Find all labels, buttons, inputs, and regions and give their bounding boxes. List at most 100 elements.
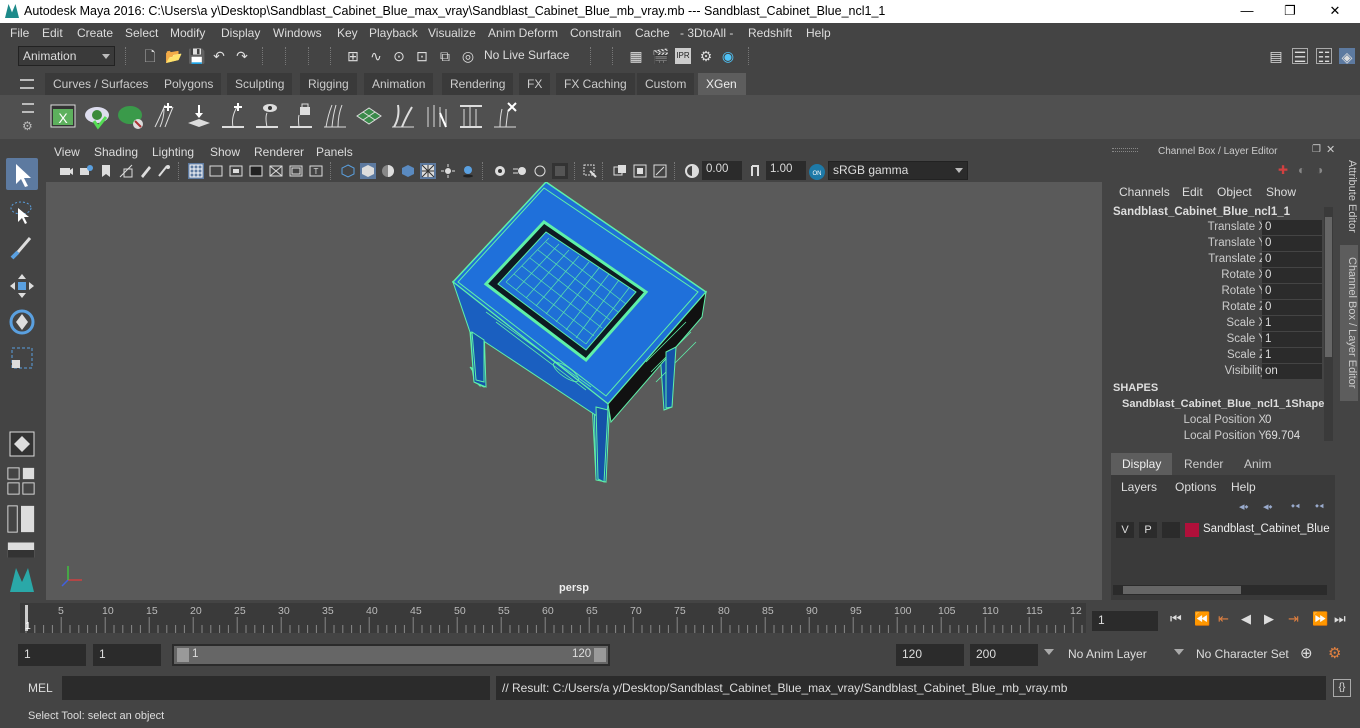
current-frame-field[interactable]: 1 [1092, 611, 1158, 631]
manipulator-icon[interactable]: ◐ [1298, 163, 1305, 177]
attr-value[interactable]: 0 [1262, 413, 1322, 428]
attr-translate-y[interactable]: Translate Y0 [1106, 236, 1326, 252]
tab-fx[interactable]: FX [519, 73, 551, 95]
live-surface-field[interactable]: No Live Surface [480, 46, 576, 66]
snap-vertex-icon[interactable]: ◎ [460, 48, 476, 64]
grease-pencil-icon[interactable] [138, 163, 154, 179]
menu-anim-deform[interactable]: Anim Deform [488, 26, 558, 40]
menu-file[interactable]: File [10, 26, 29, 40]
groom-icon[interactable] [320, 101, 350, 131]
attr-value[interactable]: 1 [1262, 348, 1322, 363]
playback-start-field[interactable]: 1 [93, 644, 161, 666]
script-editor-icon[interactable]: {} [1333, 679, 1351, 697]
lasso-tool-icon[interactable] [6, 196, 38, 228]
image-plane-icon[interactable] [118, 163, 134, 179]
shelf-menu-icon[interactable] [20, 79, 34, 89]
prev-key-icon[interactable]: ⇤ [1218, 611, 1229, 627]
snap-surface-icon[interactable]: ⧉ [437, 48, 453, 64]
panel-menu-view[interactable]: View [54, 145, 80, 159]
guide-bend-icon[interactable] [388, 101, 418, 131]
step-back-key-icon[interactable]: ⏪ [1194, 611, 1210, 627]
play-backward-icon[interactable]: ◀ [1241, 611, 1251, 627]
open-scene-icon[interactable]: 📂 [165, 48, 182, 64]
menu-3dtoall[interactable]: - 3DtoAll - [680, 26, 733, 40]
exposure-icon[interactable] [684, 163, 700, 179]
panel-menu-panels[interactable]: Panels [316, 145, 353, 159]
add-guide-icon[interactable] [150, 101, 180, 131]
snap-grid-icon[interactable]: ⊞ [345, 48, 361, 64]
close-panel-icon[interactable]: ✕ [1326, 143, 1335, 156]
xgen-editor-icon[interactable]: X [48, 101, 78, 131]
channel-box-icon[interactable]: ◈ [1339, 48, 1355, 65]
attr-translate-z[interactable]: Translate Z0 [1106, 252, 1326, 268]
layer-menu-options[interactable]: Options [1175, 480, 1216, 494]
tab-polygons[interactable]: Polygons [156, 73, 222, 95]
workspace-icon[interactable]: ▤ [1268, 48, 1284, 64]
attr-local-position-x[interactable]: Local Position X0 [1106, 413, 1326, 429]
panel-grip-icon[interactable] [1112, 148, 1138, 152]
colorspace-dropdown[interactable]: sRGB gamma [828, 161, 968, 180]
anti-aliasing-icon[interactable] [532, 163, 548, 179]
mel-input[interactable] [62, 676, 490, 700]
playback-end-field[interactable]: 120 [896, 644, 964, 666]
anim-layer-dropdown[interactable]: No Anim Layer [1062, 644, 1162, 666]
attr-value[interactable]: 0 [1262, 268, 1322, 283]
go-to-start-icon[interactable]: ⏮ [1170, 611, 1182, 627]
single-view-layout-icon[interactable] [6, 428, 38, 460]
sculpt-guide-icon[interactable] [184, 101, 214, 131]
camera-attributes-icon[interactable] [78, 163, 94, 179]
step-forward-icon[interactable]: ⏩ [1312, 611, 1328, 627]
tab-channel-box-layer-editor[interactable]: Channel Box / Layer Editor [1340, 245, 1358, 401]
undo-icon[interactable]: ↶ [211, 48, 227, 64]
layer-type-toggle[interactable] [1162, 522, 1180, 538]
cb-menu-edit[interactable]: Edit [1182, 185, 1203, 199]
menu-edit[interactable]: Edit [42, 26, 63, 40]
hypershade-icon[interactable]: ◉ [720, 48, 736, 64]
guide-visibility-icon[interactable] [252, 101, 282, 131]
attr-local-position-y[interactable]: Local Position Y 69.704 [1106, 429, 1326, 445]
menu-select[interactable]: Select [125, 26, 158, 40]
panel-menu-shading[interactable]: Shading [94, 145, 138, 159]
shadows-icon[interactable] [460, 163, 476, 179]
snap-curve-icon[interactable]: ∿ [368, 48, 384, 64]
layer-playback-toggle[interactable]: P [1139, 522, 1157, 538]
attr-rotate-y[interactable]: Rotate Y0 [1106, 284, 1326, 300]
attr-scale-y[interactable]: Scale Y1 [1106, 332, 1326, 348]
color-management-icon[interactable]: ON [808, 163, 826, 181]
channel-scrollbar[interactable] [1324, 207, 1333, 441]
attr-rotate-z[interactable]: Rotate Z0 [1106, 300, 1326, 316]
wireframe-icon[interactable] [340, 163, 356, 179]
2d-pan-zoom-icon[interactable] [156, 163, 172, 179]
mode-selector[interactable]: Animation [18, 46, 115, 66]
shape-name[interactable]: Sandblast_Cabinet_Blue_ncl1_1Shape [1122, 398, 1324, 410]
preferences-icon[interactable]: ⚙ [1328, 644, 1341, 662]
time-ruler[interactable]: 1 5 10 15 20 25 30 35 40 45 50 55 60 65 … [20, 603, 1086, 633]
attr-value[interactable]: on [1262, 364, 1322, 379]
tab-attribute-editor[interactable]: Attribute Editor [1340, 151, 1358, 241]
xray-icon[interactable] [612, 163, 628, 179]
float-panel-icon[interactable]: ❐ [1312, 144, 1321, 155]
move-layer-up-icon[interactable]: ◂⬩ [1239, 500, 1248, 514]
attr-value[interactable]: 69.704 [1262, 429, 1322, 444]
shelf-options-icon[interactable] [22, 103, 34, 113]
cb-menu-channels[interactable]: Channels [1119, 185, 1170, 199]
camera-icon[interactable] [58, 163, 74, 179]
attr-rotate-x[interactable]: Rotate X0 [1106, 268, 1326, 284]
menu-key[interactable]: Key [337, 26, 358, 40]
next-key-icon[interactable]: ⇥ [1288, 611, 1299, 627]
move-tool-icon[interactable] [6, 270, 38, 302]
outliner-layout-icon[interactable] [6, 504, 36, 534]
range-start-handle[interactable] [177, 648, 189, 662]
attr-value[interactable]: 0 [1262, 236, 1322, 251]
anim-end-field[interactable]: 200 [970, 644, 1038, 666]
go-to-end-icon[interactable]: ⏭ [1334, 611, 1346, 627]
scale-tool-icon[interactable] [6, 342, 38, 374]
menu-modify[interactable]: Modify [170, 26, 205, 40]
rotate-tool-icon[interactable] [6, 306, 38, 338]
snap-point-icon[interactable]: ⊙ [391, 48, 407, 64]
guide-lock-icon[interactable] [286, 101, 316, 131]
ipr-icon[interactable]: IPR [675, 48, 691, 64]
tab-fx-caching[interactable]: FX Caching [556, 73, 635, 95]
safe-title-icon[interactable]: T [308, 163, 324, 179]
tool-settings-icon[interactable]: ☷ [1316, 48, 1332, 65]
